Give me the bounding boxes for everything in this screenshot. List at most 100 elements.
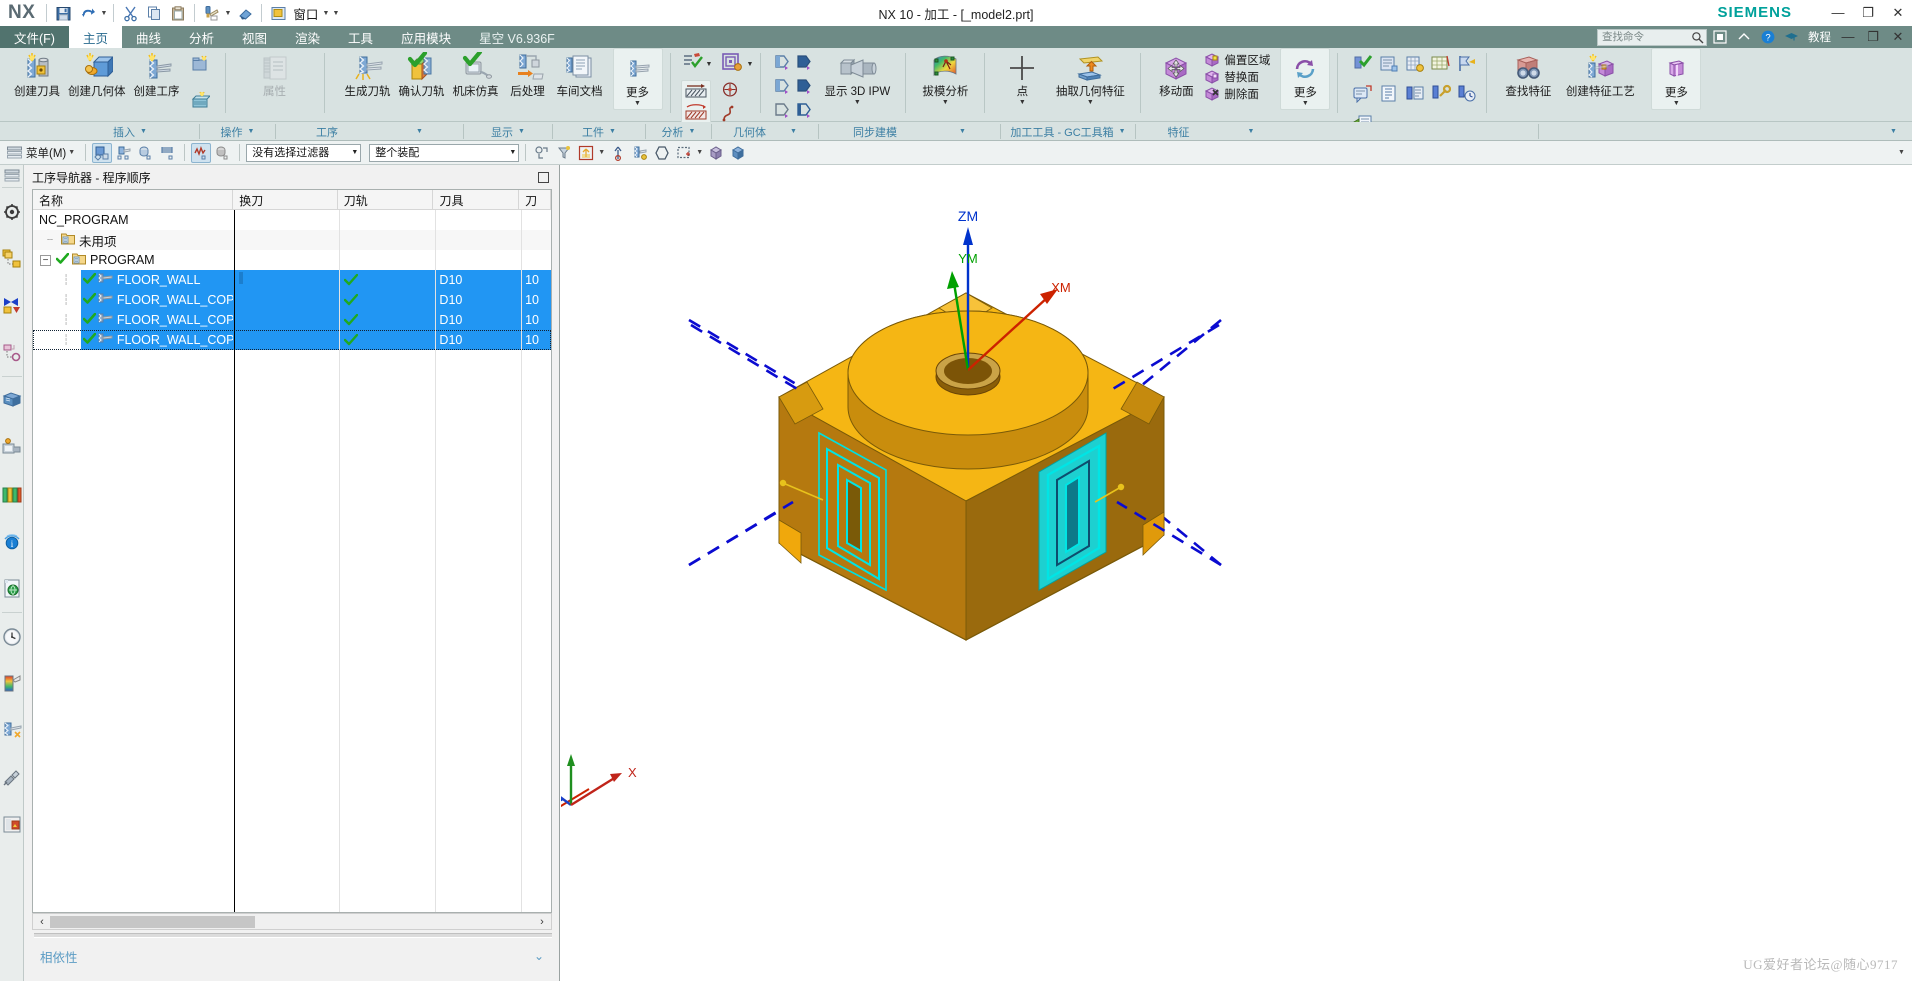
tutorial-label[interactable]: 教程 — [1808, 29, 1831, 45]
show-3d-ipw-dropdown-icon[interactable]: ▼ — [854, 99, 861, 107]
toolbar-overflow-icon[interactable]: ▼ — [1897, 149, 1906, 156]
tree-node-floor-wall-copy-3[interactable]: FLOOR_WALL_COPY... — [80, 330, 234, 350]
move-face-button[interactable]: 移动面 — [1151, 48, 1201, 122]
draft-analysis-button[interactable]: 拔模分析 ▼ — [918, 48, 972, 122]
column-header-tool[interactable]: 刀具 — [433, 190, 520, 210]
wcs-dynamics-icon[interactable] — [630, 143, 650, 163]
gc-btn-flag-icon[interactable] — [1456, 54, 1477, 78]
table-row[interactable]: ┆ FLOOR_WALL_COPY... D10 10 — [33, 310, 551, 330]
ipw-btn-2[interactable] — [795, 53, 814, 75]
group-label-feature[interactable]: 特征 ▼ — [1136, 122, 1286, 141]
create-feature-process-button[interactable]: 创建特征工艺 — [1555, 48, 1645, 122]
wcs-display-icon[interactable] — [576, 143, 596, 163]
find-feature-button[interactable]: 查找特征 — [1501, 48, 1555, 122]
ipw-btn-3[interactable] — [773, 77, 792, 99]
tab-view[interactable]: 视图 — [228, 26, 281, 48]
undo-icon[interactable] — [76, 2, 98, 24]
create-operation-button[interactable]: 创建工序 — [130, 48, 184, 122]
tree-node-floor-wall-copy[interactable]: FLOOR_WALL_COPY — [80, 290, 234, 310]
window-icon[interactable] — [267, 2, 289, 24]
gc-btn-table-icon[interactable] — [1430, 54, 1451, 78]
rail-part-navigator-icon[interactable] — [0, 282, 24, 329]
post-process-button[interactable]: 后处理 — [503, 48, 553, 122]
group-label-insert[interactable]: 插入 ▼ — [60, 122, 200, 141]
gc-btn-page-icon[interactable] — [1378, 84, 1399, 108]
display-point-button[interactable] — [719, 81, 741, 103]
tab-render[interactable]: 渲染 — [281, 26, 334, 48]
table-row[interactable]: ┆ FLOOR_WALL_COPY... D10 10 — [33, 330, 551, 350]
rail-manufacturing-library-icon[interactable] — [0, 471, 24, 518]
paste-icon[interactable] — [167, 2, 189, 24]
rail-machining-wizard-icon[interactable] — [0, 424, 24, 471]
tutorial-icon[interactable] — [1784, 30, 1799, 45]
more-feature-button[interactable]: 更多 ▼ — [1651, 48, 1702, 110]
wcs-dropdown-icon[interactable]: ▼ — [597, 149, 606, 156]
group-label-sync-modeling[interactable]: 同步建模 ▼ — [819, 122, 1000, 141]
solid-view-icon[interactable] — [728, 143, 748, 163]
display-toolpath-dropdown-icon[interactable]: ▼ — [706, 61, 713, 69]
table-row[interactable]: ┆ FLOOR_WALL D10 10 — [33, 270, 551, 290]
column-header-name[interactable]: 名称 — [33, 190, 234, 210]
rail-constraint-navigator-icon[interactable] — [0, 235, 24, 282]
gc-btn-tool-key-icon[interactable] — [1430, 84, 1452, 108]
format-painter-dropdown-icon[interactable]: ▼ — [223, 10, 232, 17]
operation-tree[interactable]: 名称 换刀 刀轨 刀具 刀 NC_PROGRAM ┄ 未用项 − PROGRAM… — [32, 189, 552, 913]
attributes-button[interactable]: 属性 — [250, 48, 300, 122]
tree-node-floor-wall[interactable]: FLOOR_WALL — [80, 270, 234, 290]
pin-panel-icon[interactable] — [538, 171, 549, 183]
draft-analysis-dropdown-icon[interactable]: ▼ — [942, 99, 949, 107]
window-minimize-button[interactable]: — — [1830, 0, 1846, 26]
rectangle-select-icon[interactable] — [674, 143, 694, 163]
tree-node-floor-wall-copy-2[interactable]: FLOOR_WALL_COPY... — [80, 310, 234, 330]
ribbon-overflow-icon[interactable]: ▼ — [1880, 122, 1902, 141]
scroll-right-icon[interactable]: › — [535, 916, 549, 928]
rail-system-scenes-icon[interactable] — [0, 801, 24, 848]
group-label-geometry[interactable]: 几何体 ▼ — [712, 122, 818, 141]
chevron-down-icon[interactable]: ▼ — [345, 149, 358, 156]
tab-applications[interactable]: 应用模块 — [387, 26, 465, 48]
deselect-icon[interactable] — [213, 143, 233, 163]
point-button[interactable]: 点 ▼ — [997, 48, 1047, 122]
group-label-display[interactable]: 显示 ▼ — [464, 122, 552, 141]
create-program-group-button[interactable] — [184, 52, 218, 87]
replace-face-button[interactable]: 替换面 — [1203, 69, 1270, 85]
window-menu-label[interactable]: 窗口 — [291, 4, 320, 23]
machine-simulation-button[interactable]: 机床仿真 — [449, 48, 503, 122]
gc-btn-note-icon[interactable] — [1352, 84, 1373, 108]
select-components-icon[interactable] — [136, 143, 156, 163]
menu-dropdown-icon[interactable]: ▼ — [67, 149, 76, 156]
rectangle-select-dropdown-icon[interactable]: ▼ — [695, 149, 704, 156]
graphics-viewport[interactable]: ZM YM XM X UG爱好者论坛@随心9717 — [561, 165, 1912, 981]
snap-filter-icon[interactable] — [554, 143, 574, 163]
scrollbar-thumb[interactable] — [50, 916, 255, 928]
rail-system-materials-icon[interactable] — [0, 660, 24, 707]
select-faces-icon[interactable] — [158, 143, 178, 163]
rail-assembly-navigator-icon[interactable] — [0, 188, 24, 235]
more-sync-button[interactable]: 更多 ▼ — [1280, 48, 1331, 110]
offset-region-button[interactable]: 偏置区域 — [1203, 52, 1270, 68]
save-icon[interactable] — [52, 2, 74, 24]
rail-history-icon[interactable] — [0, 613, 24, 660]
rail-menu-icon[interactable] — [0, 165, 24, 187]
tab-plugin-xingkong[interactable]: 星空 V6.936F — [465, 26, 569, 48]
eraser-icon[interactable] — [234, 2, 256, 24]
menu-icon[interactable] — [4, 143, 24, 163]
undo-dropdown-icon[interactable]: ▼ — [99, 10, 108, 17]
ipw-btn-1[interactable] — [773, 53, 792, 75]
dependencies-section-header[interactable]: 相依性 ⌄ — [32, 945, 552, 967]
group-label-analysis[interactable]: 分析 ▼ — [646, 122, 711, 141]
extract-geometry-button[interactable]: 抽取几何特征 ▼ — [1047, 48, 1133, 122]
window-dropdown-icon[interactable]: ▼ — [321, 10, 330, 17]
window-close-button[interactable]: ✕ — [1890, 0, 1906, 26]
display-toolpath-button[interactable] — [681, 52, 703, 77]
class-selection-icon[interactable] — [191, 142, 212, 163]
tab-curve[interactable]: 曲线 — [122, 26, 175, 48]
rail-operation-navigator-icon[interactable] — [0, 329, 24, 376]
table-row[interactable]: ┄ 未用项 — [33, 230, 551, 250]
table-row[interactable]: NC_PROGRAM — [33, 210, 551, 230]
tab-file[interactable]: 文件(F) — [0, 26, 69, 48]
group-label-workpiece[interactable]: 工件 ▼ — [553, 122, 645, 141]
table-row[interactable]: − PROGRAM — [33, 250, 551, 270]
group-label-operations[interactable]: 工序 ▼ — [276, 122, 463, 141]
doc-minimize-button[interactable]: — — [1840, 24, 1856, 50]
